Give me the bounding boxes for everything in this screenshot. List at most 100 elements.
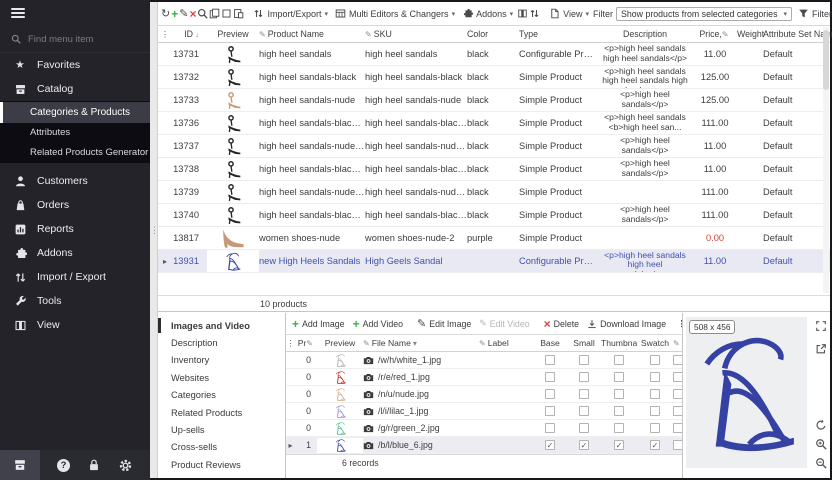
checkbox-base[interactable] — [545, 406, 555, 416]
col-thumbnail[interactable]: Thumbna — [601, 338, 637, 348]
fullscreen-button[interactable] — [815, 320, 827, 332]
sidebar-item-view[interactable]: View — [0, 313, 150, 337]
column-settings-button[interactable] — [517, 6, 528, 22]
checkbox-small[interactable] — [579, 406, 589, 416]
tab-cross-sells[interactable]: Cross-sells — [158, 439, 285, 456]
checkbox-thumbnail[interactable] — [614, 355, 624, 365]
view-button[interactable]: View▾ — [546, 5, 592, 23]
import-export-button[interactable]: Import/Export▾ — [250, 5, 331, 23]
select-button[interactable] — [221, 6, 232, 22]
image-row[interactable]: 0 /r/e/red_1.jpg — [286, 369, 682, 386]
checkbox-thumbnail[interactable]: ✓ — [614, 440, 624, 450]
checkbox-small[interactable] — [579, 355, 589, 365]
col-id[interactable]: ID↓ — [172, 29, 207, 39]
product-row[interactable]: 13738 high heel sandals-black-37 high he… — [158, 158, 830, 181]
paste-button[interactable] — [233, 6, 244, 22]
tab-up-sells[interactable]: Up-sells — [158, 421, 285, 438]
product-row[interactable]: 13736 high heel sandals-black-36 high he… — [158, 112, 830, 135]
col-filename[interactable]: ✎File Name▾ — [363, 338, 479, 348]
checkbox-base[interactable]: ✓ — [545, 440, 555, 450]
add-image-button[interactable]: +Add Image — [289, 315, 348, 333]
product-row[interactable]: 13817 women shoes-nude women shoes-nude-… — [158, 227, 830, 250]
download-image-button[interactable]: Download Image — [584, 315, 669, 333]
col-preview[interactable]: Preview — [317, 338, 363, 348]
search-button[interactable] — [197, 6, 208, 22]
store-button[interactable] — [0, 450, 40, 480]
checkbox-swatch[interactable] — [650, 372, 660, 382]
checkbox-swatch[interactable] — [650, 406, 660, 416]
product-row[interactable]: 13732 high heel sandals-black high heel … — [158, 66, 830, 89]
checkbox-swatch[interactable] — [650, 389, 660, 399]
sidebar-item-reports[interactable]: Reports — [0, 217, 150, 241]
settings-button[interactable] — [118, 458, 133, 473]
sidebar-item-favorites[interactable]: ★Favorites — [0, 53, 150, 77]
image-row[interactable]: 0 /n/u/nude.jpg — [286, 386, 682, 403]
help-button[interactable]: ? — [57, 459, 70, 472]
tab-categories[interactable]: Categories — [158, 387, 285, 404]
checkbox-swatch[interactable] — [650, 355, 660, 365]
zoom-in-button[interactable] — [815, 438, 827, 450]
sidebar-item-catalog[interactable]: Catalog — [0, 77, 150, 101]
product-row[interactable]: 13733 high heel sandals-nude high heel s… — [158, 89, 830, 112]
col-preview[interactable]: Preview — [207, 29, 259, 39]
checkbox-thumbnail[interactable] — [614, 372, 624, 382]
checkbox-base[interactable] — [545, 372, 555, 382]
delete-image-button[interactable]: ×Delete — [541, 315, 582, 333]
checkbox-swatch[interactable] — [650, 423, 660, 433]
checkbox-small[interactable] — [579, 389, 589, 399]
panel-splitter[interactable]: ⋮ — [150, 2, 158, 478]
tab-inventory[interactable]: Inventory — [158, 352, 285, 369]
menu-search-input[interactable] — [28, 34, 128, 45]
checkbox-base[interactable] — [545, 389, 555, 399]
col-name[interactable]: ✎Product Name — [259, 29, 365, 39]
product-row[interactable]: 13731 high heel sandals high heel sandal… — [158, 43, 830, 66]
filters-button[interactable]: Filters▾ — [795, 5, 832, 23]
multi-editors-button[interactable]: Multi Editors & Changers▾ — [332, 5, 458, 23]
hamburger-menu-button[interactable] — [0, 0, 150, 26]
checkbox-thumbnail[interactable] — [614, 389, 624, 399]
rotate-button[interactable] — [815, 419, 827, 431]
checkbox-thumbnail[interactable] — [614, 423, 624, 433]
sidebar-item-categories-products[interactable]: Categories & Products — [0, 102, 150, 123]
checkbox-small[interactable] — [579, 372, 589, 382]
image-row[interactable]: 0 /g/r/green_2.jpg — [286, 420, 682, 437]
product-row-selected[interactable]: ▸ 13931 new High Heels Sandals High Geel… — [158, 250, 830, 273]
sidebar-item-import-export[interactable]: Import / Export — [0, 265, 150, 289]
refresh-button[interactable]: ↻ — [161, 6, 170, 22]
image-preview[interactable] — [686, 317, 807, 468]
product-row[interactable]: 13739 high heel sandals-nude-37 high hee… — [158, 181, 830, 204]
filter-select[interactable]: Show products from selected categories▾ — [616, 7, 792, 21]
product-row[interactable]: 13737 high heel sandals-nude-36 high hee… — [158, 135, 830, 158]
lock-button[interactable] — [87, 458, 101, 472]
checkbox-small[interactable] — [579, 423, 589, 433]
zoom-out-button[interactable] — [815, 457, 827, 469]
checkbox-base[interactable] — [545, 423, 555, 433]
addons-button[interactable]: Addons▾ — [459, 5, 516, 23]
sidebar-item-tools[interactable]: Tools — [0, 289, 150, 313]
checkbox-small[interactable]: ✓ — [579, 440, 589, 450]
col-swatch[interactable]: Swatch — [637, 338, 673, 348]
tab-description[interactable]: Description — [158, 334, 285, 351]
open-external-button[interactable] — [815, 343, 827, 355]
tab-product-reviews[interactable]: Product Reviews — [158, 456, 285, 473]
checkbox-base[interactable] — [545, 355, 555, 365]
grid-scrollbar[interactable] — [823, 27, 829, 293]
col-small[interactable]: Small — [567, 338, 601, 348]
tab-websites[interactable]: Websites — [158, 369, 285, 386]
add-video-button[interactable]: +Add Video — [350, 315, 406, 333]
col-priority[interactable]: Pr✎ — [295, 338, 317, 348]
tab-images-and-video[interactable]: Images and Video — [158, 317, 285, 334]
edit-image-button[interactable]: ✎Edit Image — [414, 315, 474, 333]
product-row[interactable]: 13740 high heel sandals-black-38 high he… — [158, 204, 830, 227]
checkbox-thumbnail[interactable] — [614, 406, 624, 416]
add-product-button[interactable]: + — [171, 6, 178, 22]
sidebar-item-customers[interactable]: Customers — [0, 169, 150, 193]
image-row-selected[interactable]: ▸ 1 /b/l/blue_6.jpg ✓ ✓ ✓ ✓ — [286, 437, 682, 454]
col-color[interactable]: Color — [467, 29, 519, 39]
col-price[interactable]: Price,✎ — [693, 29, 737, 39]
col-weight[interactable]: Weight — [737, 29, 763, 39]
delete-product-button[interactable]: × — [189, 6, 196, 22]
image-row[interactable]: 0 /w/h/white_1.jpg — [286, 352, 682, 369]
checkbox-swatch[interactable]: ✓ — [650, 440, 660, 450]
image-row[interactable]: 0 /l/i/lilac_1.jpg — [286, 403, 682, 420]
